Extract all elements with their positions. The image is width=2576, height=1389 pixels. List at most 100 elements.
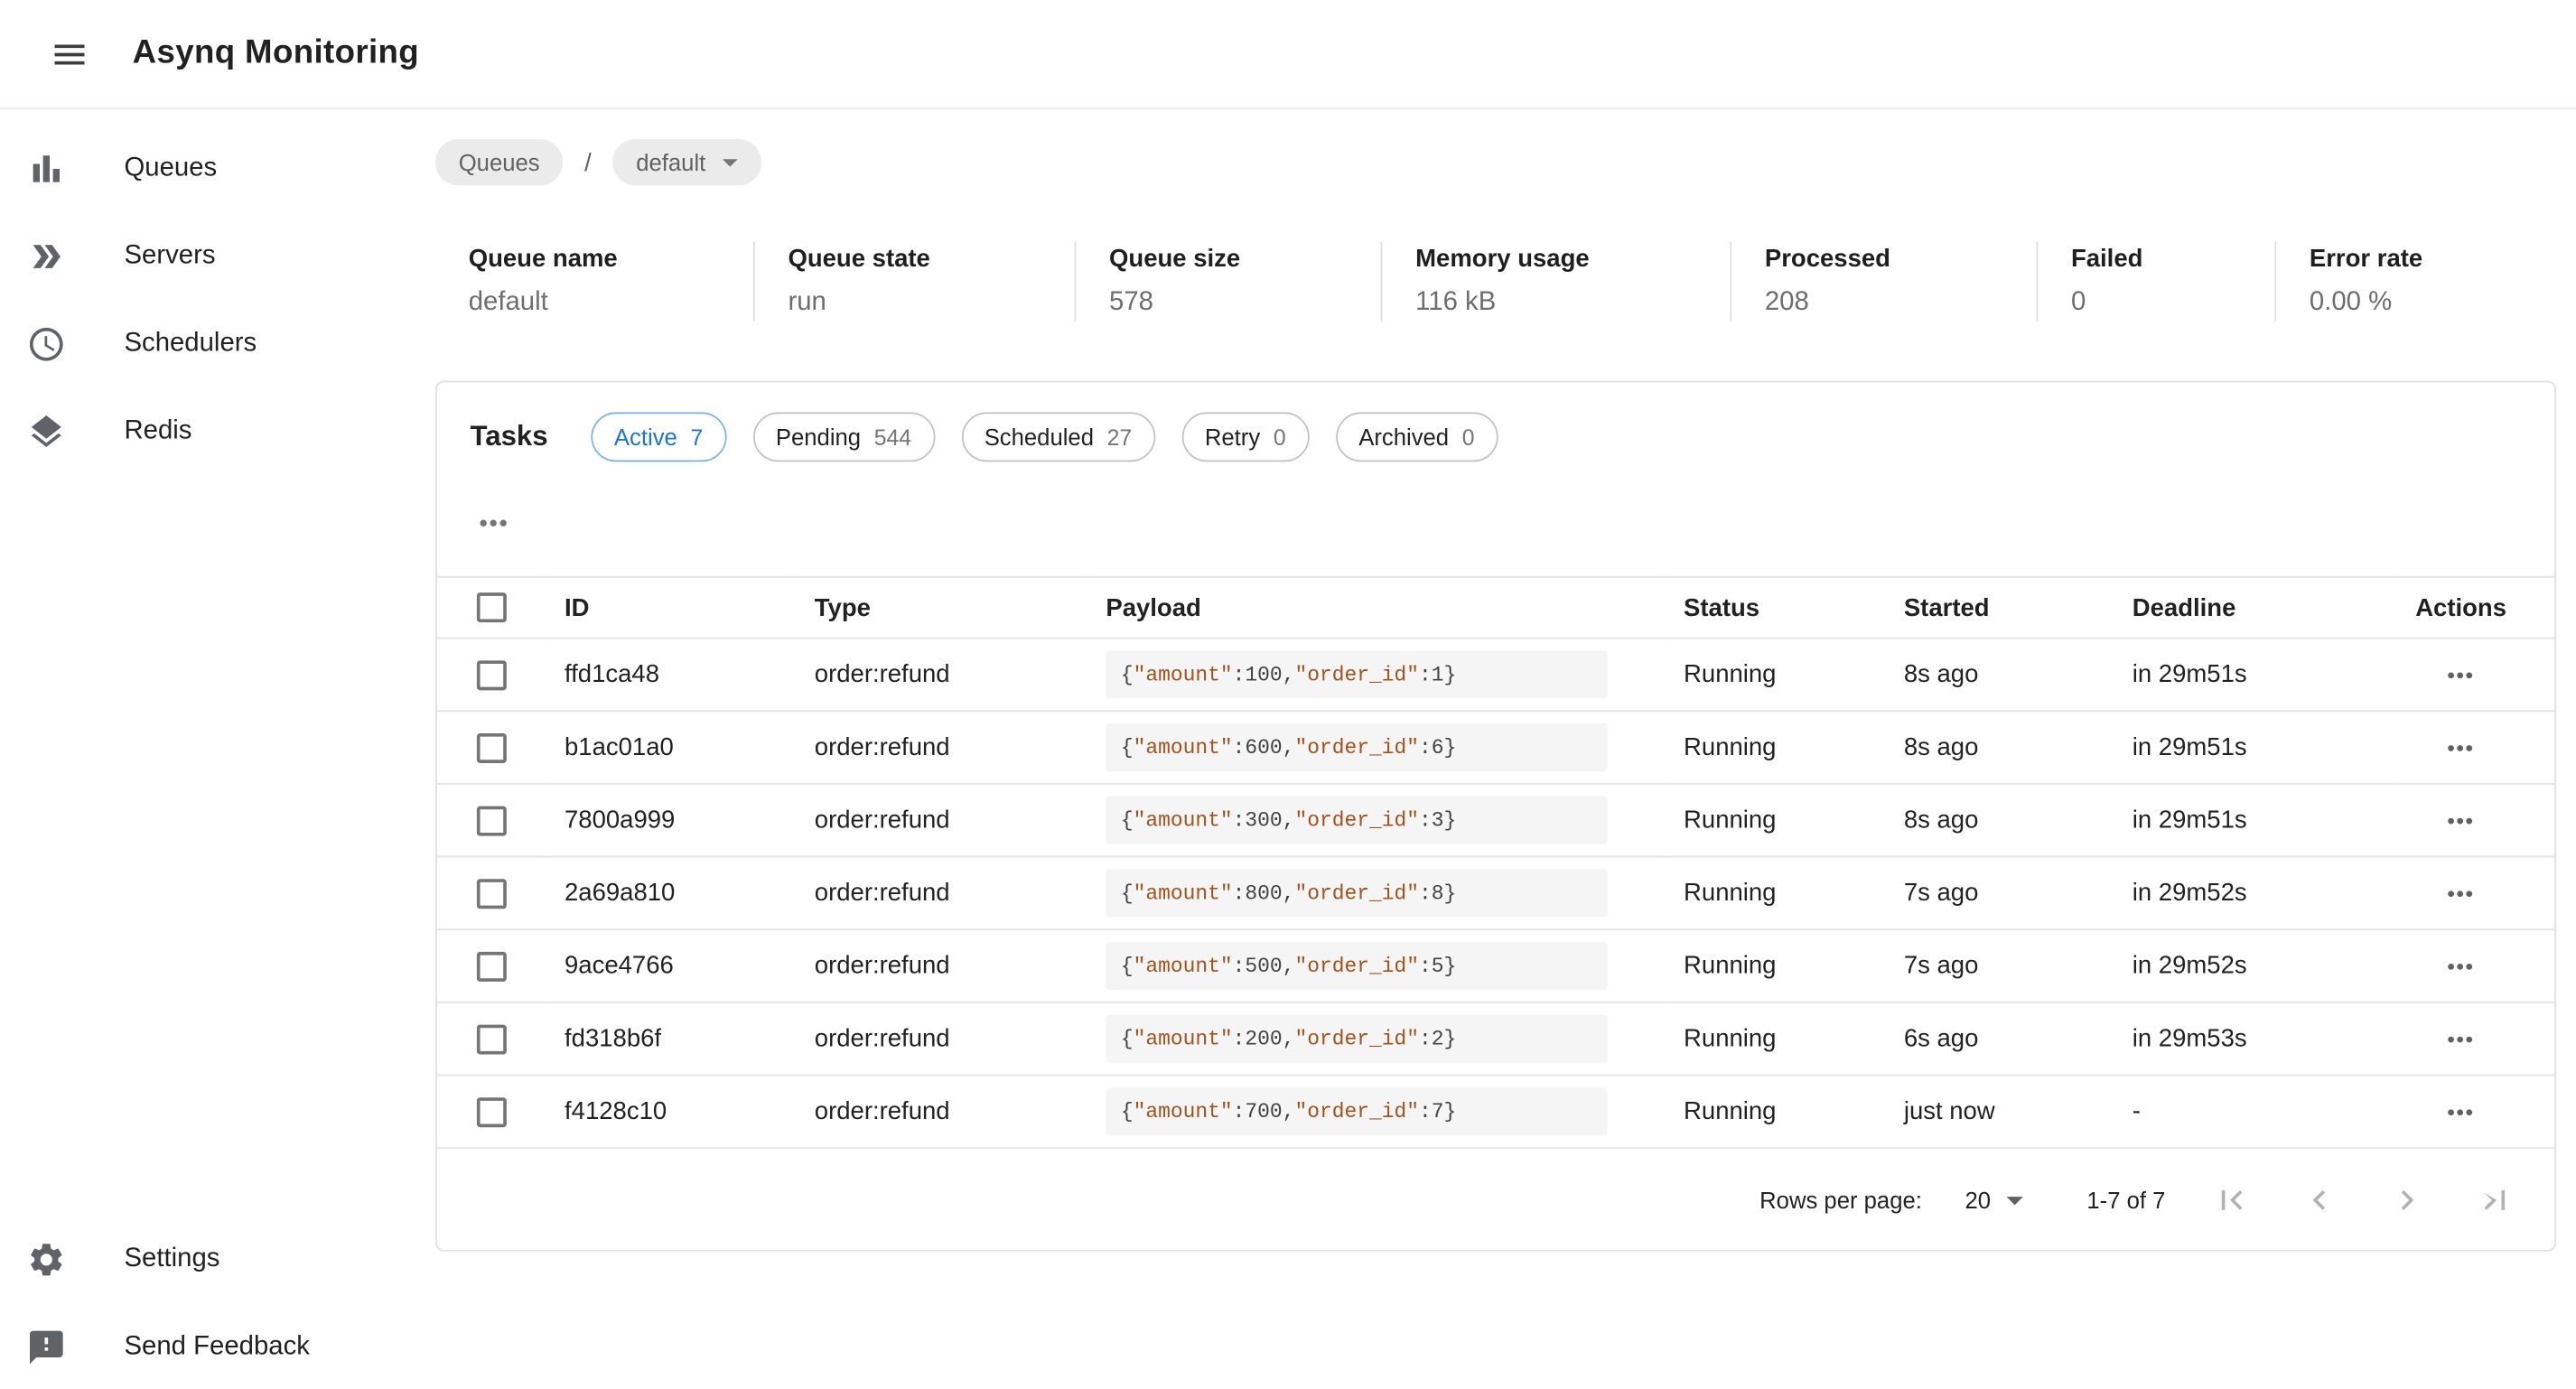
task-tabs: Active 7 Pending 544 Scheduled 27 Retry … — [591, 412, 1498, 461]
task-type: order:refund — [793, 857, 1085, 930]
table-row: b1ac01a0 order:refund {"amount":600,"ord… — [437, 711, 2554, 784]
sidebar-item-schedulers[interactable]: Schedulers — [0, 300, 389, 387]
table-more-button[interactable] — [471, 500, 517, 546]
main-content: Queues / default Queue name default Queu… — [389, 109, 2576, 1389]
sidebar-item-queues[interactable]: Queues — [0, 124, 389, 211]
breadcrumb-root-label: Queues — [459, 149, 540, 175]
row-actions-button[interactable] — [2439, 872, 2482, 915]
task-payload: {"amount":600,"order_id":6} — [1106, 723, 1607, 771]
task-started: 7s ago — [1882, 929, 2111, 1002]
sidebar-item-label: Redis — [124, 416, 191, 446]
task-deadline: in 29m51s — [2111, 711, 2394, 784]
task-tab-label: Pending — [776, 424, 861, 450]
first-page-button[interactable] — [2198, 1166, 2264, 1232]
stat-value: 116 kB — [1415, 288, 1730, 318]
breadcrumb-current-label: default — [636, 149, 705, 175]
sidebar-item-label: Send Feedback — [124, 1332, 309, 1362]
task-deadline: in 29m53s — [2111, 1002, 2394, 1076]
select-all-checkbox[interactable] — [477, 592, 507, 622]
task-tab-count: 544 — [874, 424, 911, 449]
task-status: Running — [1662, 784, 1882, 857]
task-started: 8s ago — [1882, 639, 2111, 712]
more-horiz-icon — [2442, 1094, 2478, 1130]
header-actions: Actions — [2394, 577, 2554, 639]
table-row: 7800a999 order:refund {"amount":300,"ord… — [437, 784, 2554, 857]
chevron-right-icon — [2387, 1179, 2427, 1219]
task-tab-label: Retry — [1205, 424, 1260, 450]
more-horiz-icon — [473, 503, 513, 543]
row-actions-button[interactable] — [2439, 1090, 2482, 1133]
header-started: Started — [1882, 577, 2111, 639]
task-payload: {"amount":300,"order_id":3} — [1106, 797, 1607, 844]
task-tab[interactable]: Archived 0 — [1336, 412, 1498, 461]
task-type: order:refund — [793, 1075, 1085, 1148]
task-type: order:refund — [793, 639, 1085, 712]
task-deadline: in 29m51s — [2111, 639, 2394, 712]
sidebar: Queues Servers Schedulers Redis — [0, 109, 389, 1389]
task-id: 9ace4766 — [543, 929, 793, 1002]
task-id: 2a69a810 — [543, 857, 793, 930]
row-checkbox[interactable] — [477, 878, 507, 908]
app-bar: Asynq Monitoring — [0, 0, 2576, 109]
next-page-button[interactable] — [2374, 1166, 2440, 1232]
task-started: 8s ago — [1882, 784, 2111, 857]
stat-processed: Processed 208 — [1730, 242, 2036, 322]
stat-label: Processed — [1765, 245, 2037, 273]
table-row: f4128c10 order:refund {"amount":700,"ord… — [437, 1075, 2554, 1148]
task-table-body: ffd1ca48 order:refund {"amount":100,"ord… — [437, 639, 2554, 1149]
task-tab[interactable]: Pending 544 — [752, 412, 934, 461]
header-type: Type — [793, 577, 1085, 639]
row-checkbox[interactable] — [477, 1024, 507, 1054]
stat-value: 208 — [1765, 288, 2037, 318]
breadcrumb-queues-chip[interactable]: Queues — [435, 139, 563, 185]
table-row: fd318b6f order:refund {"amount":200,"ord… — [437, 1002, 2554, 1076]
row-checkbox[interactable] — [477, 1096, 507, 1126]
previous-page-button[interactable] — [2286, 1166, 2352, 1232]
tasks-card: Tasks Active 7 Pending 544 Scheduled 27 … — [435, 381, 2556, 1252]
task-tab[interactable]: Active 7 — [591, 412, 726, 461]
task-deadline: - — [2111, 1075, 2394, 1148]
stat-label: Failed — [2071, 245, 2274, 273]
sidebar-item-label: Servers — [124, 241, 215, 271]
task-type: order:refund — [793, 711, 1085, 784]
row-actions-button[interactable] — [2439, 653, 2482, 696]
stat-failed: Failed 0 — [2036, 242, 2274, 322]
row-checkbox[interactable] — [477, 732, 507, 762]
sidebar-item-settings[interactable]: Settings — [0, 1215, 389, 1302]
pagination-range: 1-7 of 7 — [2086, 1186, 2165, 1212]
task-type: order:refund — [793, 929, 1085, 1002]
last-page-button[interactable] — [2462, 1166, 2528, 1232]
sidebar-item-servers[interactable]: Servers — [0, 212, 389, 300]
task-id: b1ac01a0 — [543, 711, 793, 784]
task-started: 6s ago — [1882, 1002, 2111, 1076]
app-root: Asynq Monitoring Queues Servers Sched — [0, 0, 2576, 1389]
row-checkbox[interactable] — [477, 806, 507, 835]
sidebar-item-send-feedback[interactable]: Send Feedback — [0, 1302, 389, 1389]
double-chevron-icon — [26, 236, 66, 275]
row-actions-button[interactable] — [2439, 1017, 2482, 1060]
header-payload: Payload — [1085, 577, 1663, 639]
row-checkbox[interactable] — [477, 659, 507, 689]
menu-button[interactable] — [40, 24, 99, 84]
breadcrumb-queue-select-chip[interactable]: default — [613, 139, 762, 185]
queue-stats: Queue name default Queue state run Queue… — [435, 242, 2556, 322]
task-tab[interactable]: Scheduled 27 — [961, 412, 1155, 461]
chevron-down-icon — [713, 144, 749, 180]
tasks-table: ID Type Payload Status Started Deadline … — [437, 576, 2554, 1149]
task-tab[interactable]: Retry 0 — [1181, 412, 1309, 461]
sidebar-item-redis[interactable]: Redis — [0, 387, 389, 475]
stat-label: Error rate — [2310, 245, 2556, 273]
page-title: Asynq Monitoring — [133, 34, 419, 72]
task-type: order:refund — [793, 784, 1085, 857]
stat-value: default — [469, 288, 753, 318]
row-checkbox[interactable] — [477, 951, 507, 981]
task-tab-count: 27 — [1107, 424, 1133, 449]
task-payload: {"amount":700,"order_id":7} — [1106, 1087, 1607, 1135]
stat-value: 0.00 % — [2310, 288, 2556, 318]
stat-value: 0 — [2071, 288, 2274, 318]
rows-per-page-select[interactable]: 20 — [1965, 1179, 2034, 1219]
task-started: 8s ago — [1882, 711, 2111, 784]
row-actions-button[interactable] — [2439, 726, 2482, 769]
row-actions-button[interactable] — [2439, 798, 2482, 842]
row-actions-button[interactable] — [2439, 945, 2482, 988]
